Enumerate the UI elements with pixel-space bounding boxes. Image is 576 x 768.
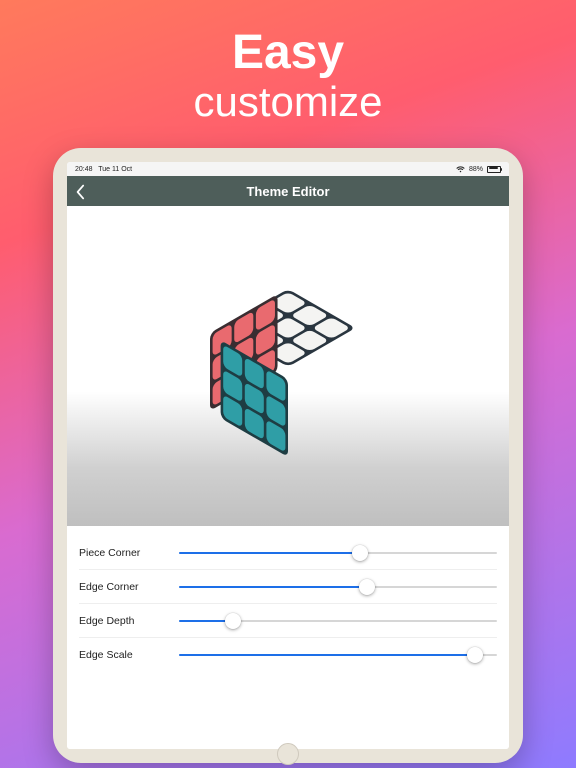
slider-label: Piece Corner [79,547,179,559]
cube-preview[interactable] [67,206,509,526]
battery-percent: 88% [469,166,483,173]
hero-line-1: Easy [193,28,382,78]
edge-corner-slider[interactable] [179,577,497,597]
hero-text: Easy customize [193,0,382,148]
status-date: Tue 11 Oct [98,166,132,173]
promo-background: Easy customize 20:48 Tue 11 Oct 88% [0,0,576,768]
slider-label: Edge Scale [79,649,179,661]
slider-controls: Piece Corner Edge Corner Edge Depth [67,526,509,749]
back-button[interactable] [75,184,89,198]
hero-line-2: customize [193,80,382,124]
slider-label: Edge Depth [79,615,179,627]
status-time: 20:48 [75,166,93,173]
status-bar: 20:48 Tue 11 Oct 88% [67,162,509,176]
slider-row-edge-depth: Edge Depth [79,604,497,638]
wifi-icon [456,166,465,173]
slider-row-edge-scale: Edge Scale [79,638,497,672]
edge-depth-slider[interactable] [179,611,497,631]
device-screen: 20:48 Tue 11 Oct 88% Theme Editor [67,162,509,749]
edge-scale-slider[interactable] [179,645,497,665]
page-title: Theme Editor [246,184,329,199]
device-frame: 20:48 Tue 11 Oct 88% Theme Editor [53,148,523,763]
slider-row-edge-corner: Edge Corner [79,570,497,604]
status-left: 20:48 Tue 11 Oct [75,166,132,173]
piece-corner-slider[interactable] [179,543,497,563]
slider-row-piece-corner: Piece Corner [79,536,497,570]
cube-graphic [198,276,378,456]
home-button[interactable] [277,743,299,765]
battery-icon [487,166,501,173]
status-right: 88% [456,166,501,173]
title-bar: Theme Editor [67,176,509,206]
slider-label: Edge Corner [79,581,179,593]
